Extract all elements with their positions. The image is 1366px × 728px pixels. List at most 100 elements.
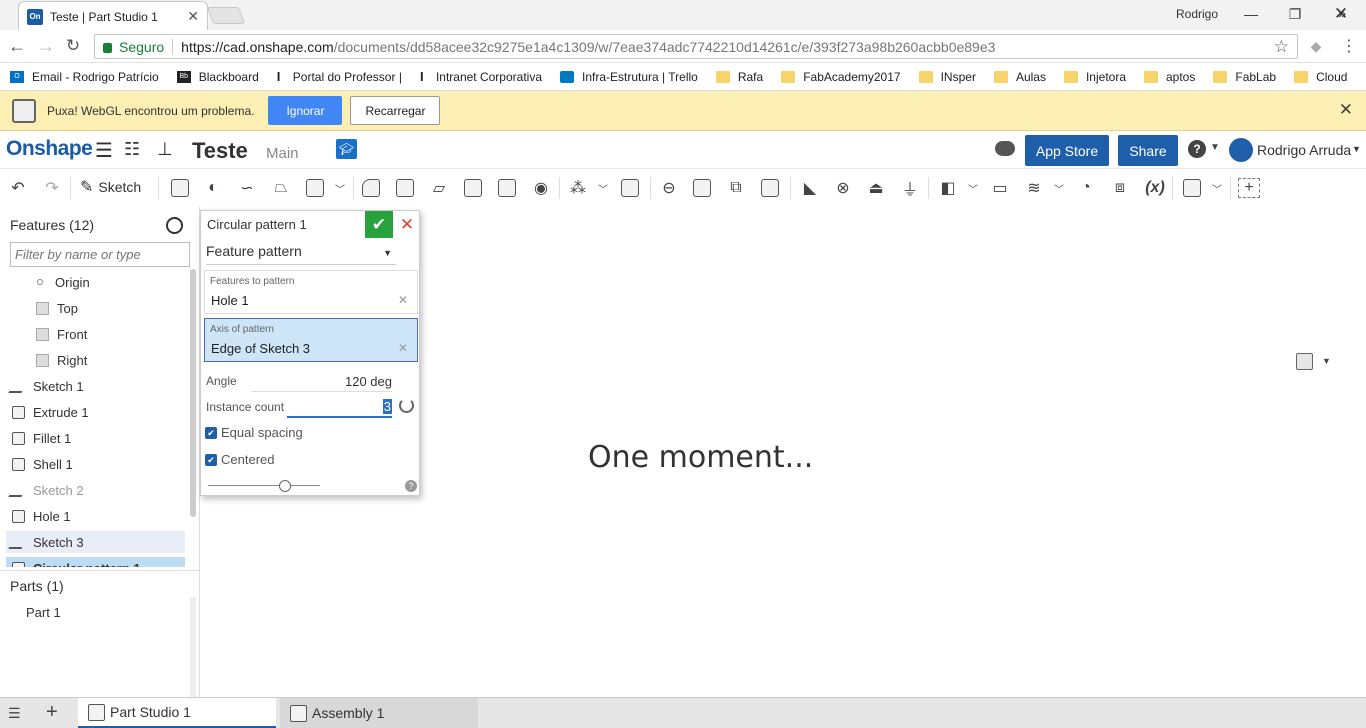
insert-icon[interactable]: ⊥ — [157, 139, 173, 160]
variable-icon[interactable]: (x) — [1143, 177, 1167, 199]
instance-count-input[interactable]: 3 — [287, 399, 392, 418]
feature-list-item[interactable]: Sketch 3 — [6, 531, 185, 553]
revolve-icon[interactable]: ◐ — [203, 177, 223, 199]
fillet-icon[interactable] — [361, 177, 381, 199]
add-tab-icon[interactable]: + — [46, 701, 58, 724]
bookmark-item[interactable]: Injetora — [1063, 70, 1126, 84]
bookmark-item[interactable]: aptos — [1144, 70, 1195, 84]
bookmark-item[interactable]: Infra-Estrutura | Trello — [560, 70, 698, 84]
redo-icon[interactable]: ↷ — [42, 177, 62, 199]
extrude-icon[interactable] — [170, 177, 190, 199]
draft-icon[interactable]: ▱ — [429, 177, 449, 199]
share-button[interactable]: Share — [1118, 135, 1178, 166]
bookmarks-overflow-button[interactable]: » — [1338, 5, 1346, 21]
feature-list-item[interactable]: Circular pattern 1 — [6, 557, 185, 567]
angle-input[interactable]: 120 deg — [251, 374, 392, 392]
split-icon[interactable] — [692, 177, 712, 199]
feature-list-item[interactable]: Sketch 1 — [6, 375, 185, 397]
tab-filter-icon[interactable]: ☰ — [8, 705, 21, 722]
section-view-icon[interactable]: ⧈ — [1110, 177, 1130, 199]
part-list-item[interactable]: Part 1 — [26, 605, 61, 620]
reload-button[interactable]: Recarregar — [350, 96, 441, 125]
bookmark-item[interactable]: I Portal do Professor | — [277, 70, 402, 84]
undo-icon[interactable]: ↶ — [8, 177, 28, 199]
shell-icon[interactable] — [497, 177, 517, 199]
loft-icon[interactable]: ⏢ — [271, 177, 291, 199]
bookmark-item[interactable]: Bb Blackboard — [176, 70, 259, 84]
reload-icon[interactable]: ↻ — [62, 35, 84, 57]
clear-selection-icon[interactable]: ✕ — [398, 293, 408, 307]
centered-checkbox[interactable]: ✔ Centered — [205, 452, 274, 467]
comments-icon[interactable] — [995, 141, 1015, 156]
feature-list-item[interactable]: Extrude 1 — [6, 401, 185, 423]
cancel-x-icon[interactable]: ✕ — [397, 211, 417, 238]
feature-list-item[interactable]: Front — [6, 323, 185, 345]
feature-list-item[interactable]: Right — [6, 349, 185, 371]
tab-assembly[interactable]: Assembly 1 — [280, 698, 478, 728]
pattern-type-select[interactable]: Feature pattern ▼ — [206, 241, 396, 265]
chevron-down-icon[interactable]: ﹀ — [335, 181, 345, 196]
learning-center-icon[interactable]: 🎓︎ — [336, 139, 357, 159]
thicken-icon[interactable] — [305, 177, 325, 199]
feature-list-item[interactable]: Shell 1 — [6, 453, 185, 475]
preview-slider-handle[interactable] — [279, 480, 291, 492]
chevron-down-icon[interactable]: ﹀ — [968, 181, 978, 196]
url-input[interactable]: Seguro https://cad.onshape.com /document… — [94, 34, 1298, 59]
mirror-icon[interactable] — [620, 177, 640, 199]
chamfer-icon[interactable] — [395, 177, 415, 199]
bookmark-star-icon[interactable]: ☆ — [1274, 37, 1289, 57]
features-to-pattern-field[interactable]: Features to pattern Hole 1 ✕ — [204, 270, 418, 314]
feature-list-icon[interactable]: ☷ — [124, 139, 140, 160]
ignore-button[interactable]: Ignorar — [268, 96, 343, 125]
sweep-icon[interactable]: ∽ — [237, 177, 257, 199]
hamburger-menu-icon[interactable]: ☰ — [95, 138, 113, 163]
tab-part-studio[interactable]: Part Studio 1 — [78, 698, 276, 728]
delete-face-icon[interactable]: ⊗ — [833, 177, 853, 199]
back-icon[interactable]: ← — [6, 35, 28, 57]
rib-icon[interactable] — [463, 177, 483, 199]
dropbox-extension-icon[interactable]: ◆ — [1305, 35, 1327, 57]
close-tab-icon[interactable]: ✕ — [187, 8, 199, 25]
help-icon[interactable]: ? — [1188, 140, 1206, 158]
bookmark-item[interactable]: FabAcademy2017 — [781, 70, 901, 84]
measure-icon[interactable]: ◔ — [1076, 177, 1096, 199]
plane-icon[interactable]: ◧ — [938, 177, 958, 199]
chevron-down-icon[interactable]: ▼ — [1352, 144, 1361, 154]
hole-icon[interactable]: ◉ — [531, 177, 551, 199]
bookmark-item[interactable]: Cloud — [1294, 70, 1347, 84]
delete-part-icon[interactable] — [760, 177, 780, 199]
clear-selection-icon[interactable]: ✕ — [398, 341, 408, 355]
replace-face-icon[interactable]: ⏚ — [900, 177, 920, 199]
chevron-down-icon[interactable]: ﹀ — [1054, 181, 1064, 196]
parts-list-scrollbar[interactable] — [190, 597, 196, 697]
document-title[interactable]: Teste — [192, 138, 248, 164]
help-icon[interactable]: ? — [405, 480, 417, 492]
chrome-menu-icon[interactable]: ⋮ — [1338, 35, 1360, 57]
feature-list-item[interactable]: Sketch 2 — [6, 479, 185, 501]
feature-list-item[interactable]: Hole 1 — [6, 505, 185, 527]
feature-filter-input[interactable] — [10, 242, 190, 267]
transform-icon[interactable]: ⧉ — [726, 177, 746, 199]
feature-list-item[interactable]: Top — [6, 297, 185, 319]
window-user-label[interactable]: Rodrigo — [1176, 7, 1218, 21]
helix-icon[interactable]: ▭ — [990, 177, 1010, 199]
feature-list-scrollbar[interactable] — [190, 269, 196, 517]
close-infobar-icon[interactable]: ✕ — [1339, 100, 1353, 120]
onshape-logo[interactable]: Onshape — [6, 137, 93, 161]
linear-pattern-icon[interactable]: ⁂ — [568, 177, 588, 199]
add-custom-feature-icon[interactable]: + — [1238, 178, 1260, 198]
rollback-timer-icon[interactable] — [166, 217, 183, 234]
bookmark-item[interactable]: Aulas — [993, 70, 1046, 84]
app-store-button[interactable]: App Store — [1025, 135, 1109, 166]
bookmark-item[interactable]: O Email - Rodrigo Patrício — [10, 70, 159, 84]
view-cube-icon[interactable] — [1296, 353, 1313, 370]
chevron-down-icon[interactable]: ▼ — [1322, 356, 1331, 366]
chevron-down-icon[interactable]: ﹀ — [1212, 181, 1222, 196]
workspace-branch[interactable]: Main — [266, 145, 299, 162]
boolean-icon[interactable]: ⊖ — [658, 177, 680, 199]
bookmark-item[interactable]: Rafa — [715, 70, 763, 84]
sketch-button[interactable]: ✎ Sketch — [80, 177, 141, 197]
refresh-icon[interactable] — [399, 398, 414, 413]
mate-connector-icon[interactable]: ≋ — [1024, 177, 1044, 199]
axis-of-pattern-field[interactable]: Axis of pattern Edge of Sketch 3 ✕ — [204, 318, 418, 362]
